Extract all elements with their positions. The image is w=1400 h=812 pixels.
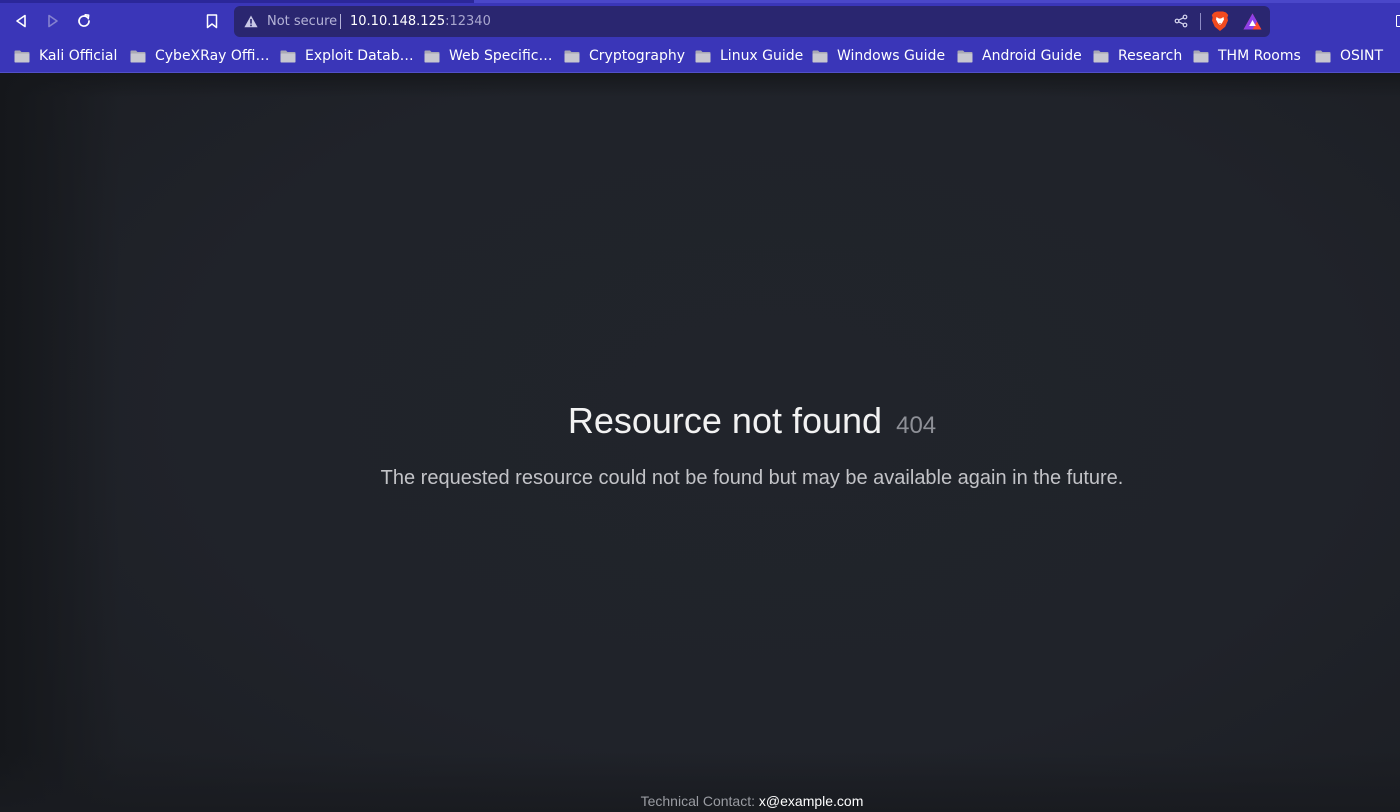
bookmark-folder-android-guide[interactable]: Android Guide — [957, 46, 1082, 66]
tab-strip — [0, 0, 1400, 3]
folder-icon — [280, 50, 296, 62]
browser-window: Not secure 10.10.148.125:12340 Kali Offi… — [0, 0, 1400, 812]
contact-email[interactable]: x@example.com — [759, 793, 863, 809]
error-status-code: 404 — [896, 412, 937, 439]
reload-button[interactable] — [72, 9, 96, 33]
error-message: The requested resource could not be foun… — [380, 467, 1124, 489]
bookmark-icon — [206, 13, 218, 28]
folder-icon — [812, 50, 828, 62]
bookmark-label: THM Rooms — [1218, 48, 1301, 64]
forward-arrow-icon — [48, 14, 58, 28]
bookmark-folder-web-specific[interactable]: Web Specific… — [424, 46, 552, 66]
panel-toggle-icon[interactable] — [1396, 15, 1400, 27]
bookmarks-bar: Kali Official CybeXRay Offi… Exploit Dat… — [0, 42, 1400, 73]
contact-label: Technical Contact: — [640, 793, 756, 809]
bookmark-label: Cryptography — [589, 48, 686, 64]
folder-icon — [1193, 50, 1209, 62]
error-heading: Resource not found 404 — [0, 400, 1400, 447]
back-arrow-icon — [16, 14, 26, 28]
folder-icon — [564, 50, 580, 62]
url-divider — [340, 14, 341, 29]
page-viewport: Resource not found 404 The requested res… — [0, 73, 1400, 812]
url-port: :12340 — [445, 14, 491, 29]
bookmark-label: Research — [1118, 48, 1183, 64]
browser-toolbar: Not secure 10.10.148.125:12340 — [0, 0, 1400, 42]
brave-rewards-icon[interactable] — [1243, 13, 1262, 30]
address-bar-divider — [1200, 13, 1201, 30]
bookmark-label: OSINT — [1340, 48, 1384, 64]
bookmark-folder-cybexray[interactable]: CybeXRay Offi… — [130, 46, 269, 66]
share-icon[interactable] — [1174, 14, 1188, 28]
back-button[interactable] — [9, 9, 33, 33]
url-text[interactable]: 10.10.148.125:12340 — [350, 13, 491, 30]
bookmark-folder-exploit-db[interactable]: Exploit Datab… — [280, 46, 414, 66]
url-host: 10.10.148.125 — [350, 14, 446, 29]
bookmark-label: Web Specific… — [449, 48, 553, 64]
error-title: Resource not found — [567, 400, 883, 441]
folder-icon — [1315, 50, 1331, 62]
technical-contact-footer: Technical Contact: x@example.com — [0, 793, 1400, 810]
brave-shields-icon[interactable] — [1211, 11, 1229, 32]
bookmark-folder-osint[interactable]: OSINT — [1315, 46, 1383, 66]
security-status-label[interactable]: Not secure — [267, 13, 337, 30]
bookmark-folder-linux-guide[interactable]: Linux Guide — [695, 46, 803, 66]
bookmark-page-button[interactable] — [200, 9, 224, 33]
bookmark-label: Kali Official — [39, 48, 118, 64]
folder-icon — [957, 50, 973, 62]
bookmark-folder-windows-guide[interactable]: Windows Guide — [812, 46, 945, 66]
reload-icon — [78, 13, 90, 27]
bookmark-folder-thm-rooms[interactable]: THM Rooms — [1193, 46, 1301, 66]
address-bar[interactable]: Not secure 10.10.148.125:12340 — [234, 6, 1270, 37]
active-tab-indicator[interactable] — [474, 0, 1400, 3]
bookmark-label: Windows Guide — [837, 48, 946, 64]
folder-icon — [695, 50, 711, 62]
bookmark-label: CybeXRay Offi… — [155, 48, 270, 64]
folder-icon — [1093, 50, 1109, 62]
bookmark-label: Android Guide — [982, 48, 1082, 64]
bookmark-label: Linux Guide — [720, 48, 804, 64]
bookmark-folder-cryptography[interactable]: Cryptography — [564, 46, 685, 66]
bookmark-folder-kali-official[interactable]: Kali Official — [14, 46, 117, 66]
forward-button[interactable] — [41, 9, 65, 33]
folder-icon — [130, 50, 146, 62]
viewport-shadow — [0, 73, 1400, 97]
bookmark-folder-research[interactable]: Research — [1093, 46, 1182, 66]
folder-icon — [14, 50, 30, 62]
folder-icon — [424, 50, 440, 62]
warning-triangle-icon[interactable] — [244, 15, 258, 28]
bookmark-label: Exploit Datab… — [305, 48, 414, 64]
